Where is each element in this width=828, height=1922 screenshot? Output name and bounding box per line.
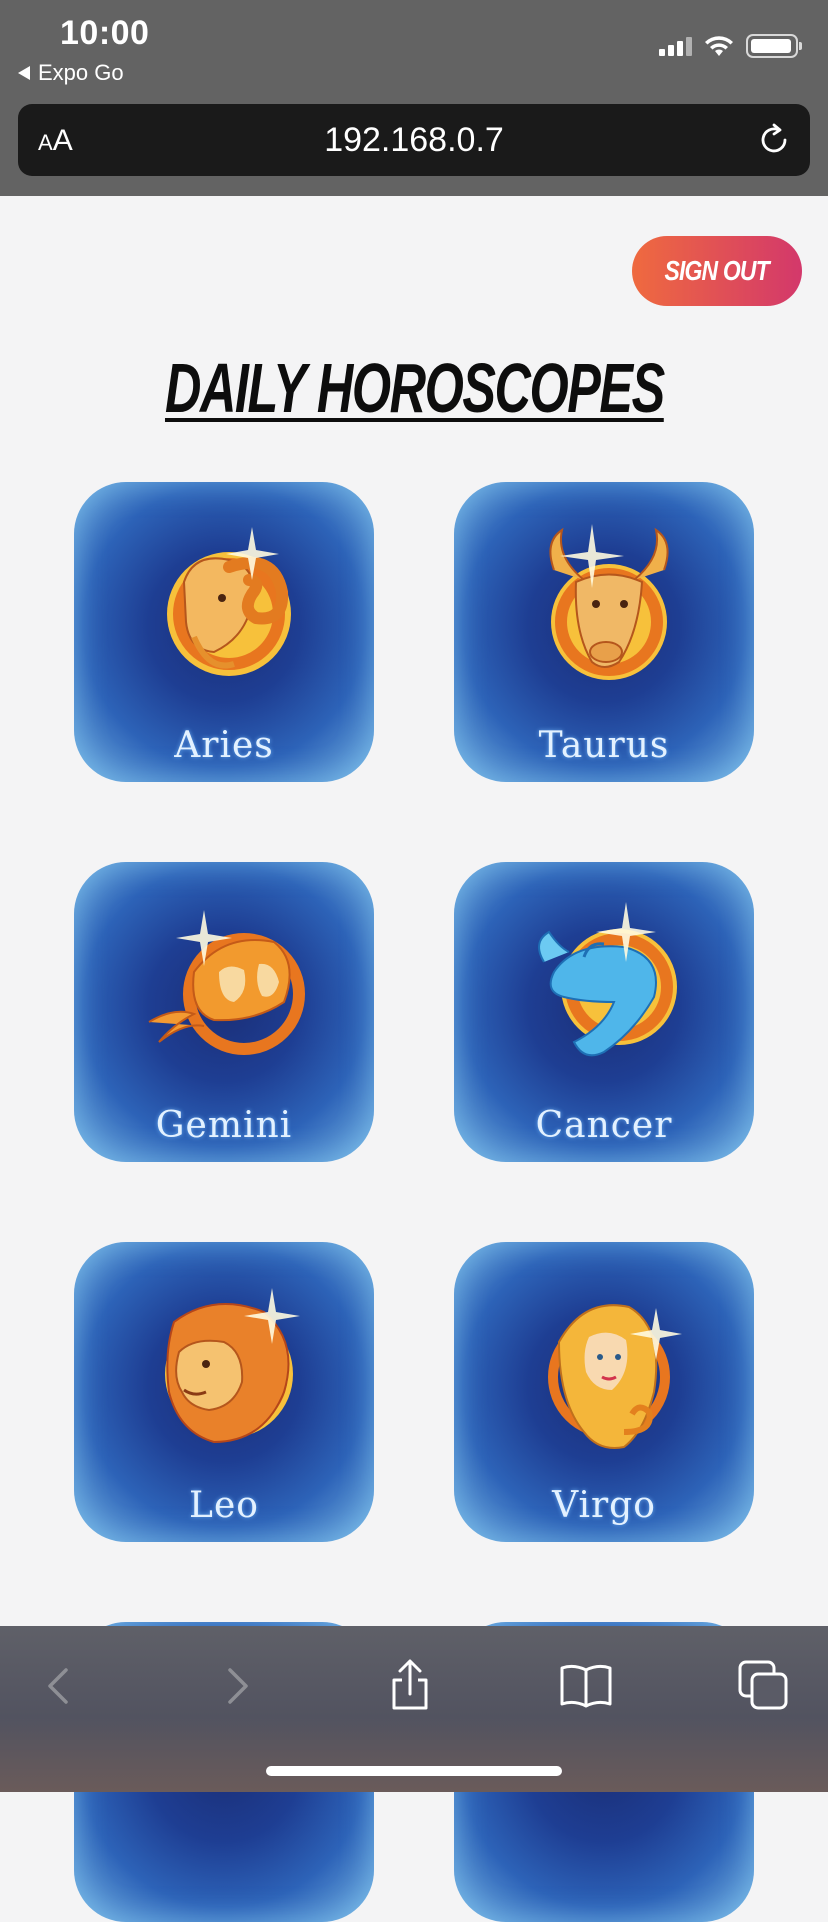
wifi-icon [705, 36, 733, 56]
url-text: 192.168.0.7 [324, 121, 504, 159]
home-indicator[interactable] [266, 1766, 562, 1776]
page-title: DAILY HOROSCOPES [164, 349, 665, 427]
sign-label: Gemini [155, 1105, 293, 1146]
virgo-maiden-icon [548, 1304, 682, 1449]
sign-out-button[interactable]: SIGN OUT [632, 236, 802, 306]
gemini-twins-icon [148, 910, 305, 1055]
status-icons [659, 34, 802, 58]
back-to-expo-go[interactable]: Expo Go [18, 60, 124, 86]
sign-card-virgo[interactable]: Virgo [454, 1242, 754, 1542]
cellular-signal-icon [659, 36, 692, 56]
tabs-icon[interactable] [734, 1656, 794, 1716]
sign-card-aries[interactable]: Aries [74, 482, 374, 782]
forward-arrow-icon[interactable] [206, 1656, 266, 1716]
battery-icon [746, 34, 802, 58]
sign-card-cancer[interactable]: Cancer [454, 862, 754, 1162]
back-app-label: Expo Go [38, 60, 124, 85]
reload-icon[interactable] [756, 122, 792, 158]
back-triangle-icon [18, 66, 30, 80]
status-time: 10:00 [60, 14, 150, 52]
sign-label: Taurus [538, 725, 670, 766]
browser-top-chrome: 10:00 Expo Go AA 192.168.0.7 [0, 0, 828, 196]
bookmarks-icon[interactable] [556, 1656, 616, 1716]
sign-card-taurus[interactable]: Taurus [454, 482, 754, 782]
browser-bottom-toolbar [0, 1626, 828, 1792]
sign-label: Cancer [535, 1105, 673, 1146]
share-icon[interactable] [380, 1656, 440, 1716]
back-arrow-icon[interactable] [30, 1656, 90, 1716]
sign-label: Virgo [552, 1485, 656, 1526]
sign-label: Aries [174, 725, 274, 766]
address-bar[interactable]: AA 192.168.0.7 [18, 104, 810, 176]
sign-label: Leo [189, 1485, 259, 1526]
leo-lion-icon [165, 1288, 300, 1444]
sign-card-gemini[interactable]: Gemini [74, 862, 374, 1162]
taurus-bull-icon [549, 524, 669, 680]
sign-card-leo[interactable]: Leo [74, 1242, 374, 1542]
aries-ram-icon [167, 527, 291, 676]
cancer-crab-icon [538, 902, 677, 1057]
